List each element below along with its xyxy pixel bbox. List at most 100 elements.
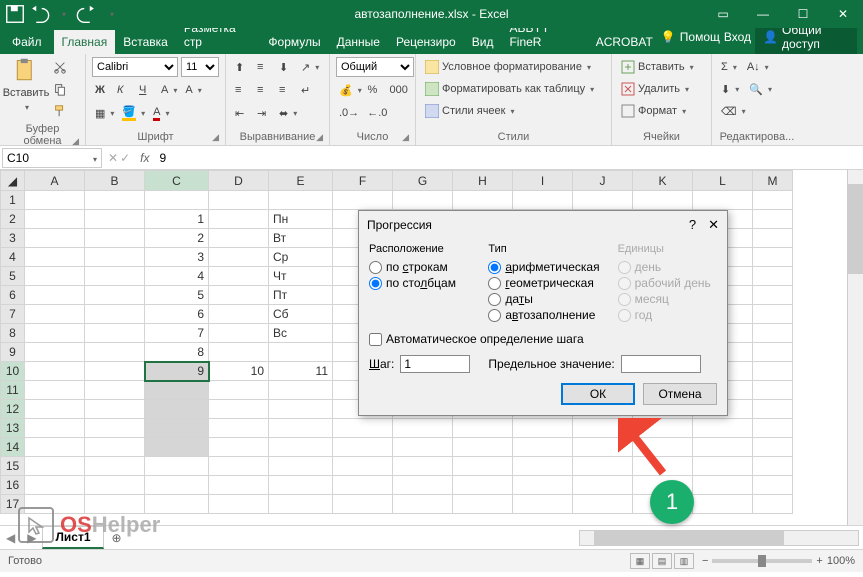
- cell[interactable]: [693, 438, 753, 457]
- cell[interactable]: 10: [209, 362, 269, 381]
- save-icon[interactable]: [4, 3, 26, 25]
- cell[interactable]: [85, 210, 145, 229]
- minimize-icon[interactable]: —: [743, 0, 783, 28]
- cell[interactable]: [85, 191, 145, 210]
- cell[interactable]: [85, 362, 145, 381]
- delete-cells-button[interactable]: Удалить: [618, 79, 705, 99]
- cell[interactable]: [753, 457, 793, 476]
- cell[interactable]: [513, 495, 573, 514]
- cell[interactable]: 6: [145, 305, 209, 324]
- zoom-level[interactable]: 100%: [827, 555, 855, 567]
- align-center-icon[interactable]: ≡: [254, 80, 274, 100]
- clipboard-dialog-launcher[interactable]: ◢: [72, 136, 79, 147]
- ribbon-options-icon[interactable]: ▭: [703, 0, 743, 28]
- cell[interactable]: [145, 191, 209, 210]
- cell[interactable]: [453, 495, 513, 514]
- cell[interactable]: [25, 305, 85, 324]
- view-pagebreak-icon[interactable]: ▥: [674, 553, 694, 569]
- cell[interactable]: [453, 438, 513, 457]
- cell[interactable]: [209, 400, 269, 419]
- cell[interactable]: [85, 229, 145, 248]
- col-header[interactable]: E: [269, 171, 333, 191]
- row-header[interactable]: 6: [1, 286, 25, 305]
- cell[interactable]: [25, 191, 85, 210]
- cell[interactable]: [753, 229, 793, 248]
- tell-me-icon[interactable]: 💡: [661, 30, 676, 44]
- cell[interactable]: [209, 229, 269, 248]
- clear-icon[interactable]: ⌫: [718, 101, 796, 121]
- currency-icon[interactable]: 💰: [336, 80, 362, 100]
- cell[interactable]: [25, 419, 85, 438]
- dialog-help-icon[interactable]: ?: [689, 217, 696, 233]
- row-header[interactable]: 1: [1, 191, 25, 210]
- cell[interactable]: [693, 495, 753, 514]
- cell[interactable]: 8: [145, 343, 209, 362]
- cell[interactable]: [25, 457, 85, 476]
- row-header[interactable]: 4: [1, 248, 25, 267]
- row-header[interactable]: 5: [1, 267, 25, 286]
- cell[interactable]: [753, 343, 793, 362]
- cell[interactable]: [573, 495, 633, 514]
- cell[interactable]: [513, 457, 573, 476]
- cell[interactable]: [269, 419, 333, 438]
- row-header[interactable]: 2: [1, 210, 25, 229]
- cell[interactable]: [753, 495, 793, 514]
- zoom-out-icon[interactable]: −: [702, 555, 708, 567]
- formula-input[interactable]: [155, 148, 863, 168]
- cell[interactable]: [145, 476, 209, 495]
- cell[interactable]: [753, 362, 793, 381]
- cell[interactable]: [333, 457, 393, 476]
- cell[interactable]: [333, 438, 393, 457]
- cell[interactable]: [25, 343, 85, 362]
- cell[interactable]: 11: [269, 362, 333, 381]
- cell[interactable]: [85, 305, 145, 324]
- maximize-icon[interactable]: ☐: [783, 0, 823, 28]
- radio-arithmetic[interactable]: арифметическая: [488, 259, 607, 275]
- tell-me-label[interactable]: Помощ: [680, 30, 720, 44]
- cell[interactable]: [633, 419, 693, 438]
- cell[interactable]: [573, 419, 633, 438]
- italic-icon[interactable]: К: [114, 80, 134, 100]
- cell[interactable]: [633, 457, 693, 476]
- tab-review[interactable]: Рецензиро: [388, 30, 464, 54]
- cell[interactable]: 1: [145, 210, 209, 229]
- border-icon[interactable]: ▦: [92, 103, 117, 123]
- cell[interactable]: [513, 191, 573, 210]
- cell[interactable]: [453, 191, 513, 210]
- orientation-icon[interactable]: ↗: [298, 57, 322, 77]
- row-header[interactable]: 7: [1, 305, 25, 324]
- cell[interactable]: [633, 191, 693, 210]
- cell[interactable]: [633, 438, 693, 457]
- cell[interactable]: Вт: [269, 229, 333, 248]
- cell[interactable]: [85, 248, 145, 267]
- tab-view[interactable]: Вид: [464, 30, 502, 54]
- tab-acrobat[interactable]: ACROBAT: [588, 30, 661, 54]
- view-pagelayout-icon[interactable]: ▤: [652, 553, 672, 569]
- cell[interactable]: 4: [145, 267, 209, 286]
- cell[interactable]: [393, 191, 453, 210]
- tab-data[interactable]: Данные: [329, 30, 388, 54]
- cell[interactable]: [209, 457, 269, 476]
- cell[interactable]: [333, 191, 393, 210]
- cell[interactable]: [145, 381, 209, 400]
- cell[interactable]: [269, 343, 333, 362]
- row-header[interactable]: 8: [1, 324, 25, 343]
- cell[interactable]: [85, 400, 145, 419]
- cell[interactable]: [145, 457, 209, 476]
- horizontal-scrollbar[interactable]: [579, 530, 859, 546]
- tab-file[interactable]: Файл: [0, 30, 54, 54]
- dialog-close-icon[interactable]: ✕: [708, 217, 719, 233]
- cell[interactable]: [753, 381, 793, 400]
- cell[interactable]: [85, 343, 145, 362]
- cell[interactable]: [513, 438, 573, 457]
- cell[interactable]: Вс: [269, 324, 333, 343]
- cell[interactable]: [333, 476, 393, 495]
- cell[interactable]: 5: [145, 286, 209, 305]
- radio-rows[interactable]: по строкам: [369, 259, 478, 275]
- cell[interactable]: [25, 438, 85, 457]
- cell[interactable]: [145, 419, 209, 438]
- paste-button[interactable]: Вставить: [6, 57, 46, 121]
- vertical-scrollbar[interactable]: [847, 170, 863, 525]
- decrease-font-icon[interactable]: A: [182, 80, 204, 100]
- close-icon[interactable]: ✕: [823, 0, 863, 28]
